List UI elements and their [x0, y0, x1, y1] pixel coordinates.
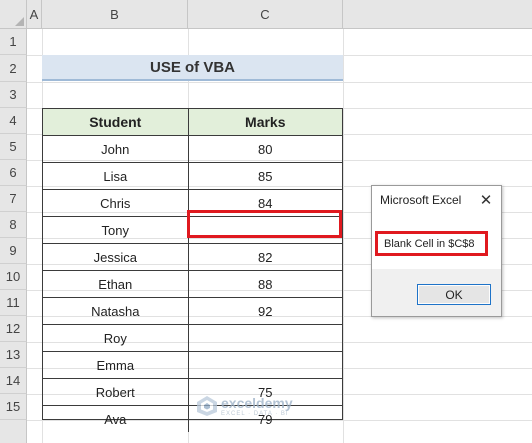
dialog-title: Microsoft Excel	[380, 193, 462, 207]
student-cell[interactable]: Roy	[43, 325, 189, 352]
student-cell[interactable]: Ethan	[43, 271, 189, 298]
row-header-14[interactable]: 14	[0, 368, 27, 394]
table-row: Robert 75	[43, 379, 342, 406]
student-cell[interactable]: Chris	[43, 190, 189, 217]
student-cell[interactable]: Robert	[43, 379, 189, 406]
marks-cell[interactable]: 80	[188, 136, 342, 163]
exceldemy-watermark: exceldemy EXCEL · DATA · BI	[196, 395, 293, 417]
header-student[interactable]: Student	[43, 109, 189, 136]
grid-line	[27, 82, 532, 83]
table-row: Natasha 92	[43, 298, 342, 325]
student-cell[interactable]: Natasha	[43, 298, 189, 325]
grid-line	[343, 29, 344, 443]
row-header-3[interactable]: 3	[0, 82, 27, 108]
close-icon[interactable]: ✕	[477, 191, 495, 209]
student-cell[interactable]: Ava	[43, 406, 189, 432]
select-all-triangle-icon	[15, 17, 24, 26]
row-header-2[interactable]: 2	[0, 55, 27, 82]
column-header-a[interactable]: A	[27, 0, 42, 29]
table-header-row: Student Marks	[43, 109, 342, 136]
row-header-5[interactable]: 5	[0, 134, 27, 160]
row-header-10[interactable]: 10	[0, 264, 27, 290]
student-cell[interactable]: Jessica	[43, 244, 189, 271]
column-header-c[interactable]: C	[188, 0, 343, 29]
row-header-11[interactable]: 11	[0, 290, 27, 316]
marks-cell[interactable]	[188, 352, 342, 379]
row-header-9[interactable]: 9	[0, 238, 27, 264]
marks-cell[interactable]	[188, 325, 342, 352]
sheet-title-cell[interactable]: USE of VBA	[42, 55, 343, 81]
column-header-b[interactable]: B	[42, 0, 188, 29]
marks-cell[interactable]: 88	[188, 271, 342, 298]
row-header-13[interactable]: 13	[0, 342, 27, 368]
table-row: John 80	[43, 136, 342, 163]
row-header-12[interactable]: 12	[0, 316, 27, 342]
row-header-8[interactable]: 8	[0, 212, 27, 238]
student-cell[interactable]: Tony	[43, 217, 189, 244]
exceldemy-logo-icon	[197, 396, 217, 416]
table-row: Emma	[43, 352, 342, 379]
message-box-dialog: Microsoft Excel ✕ Blank Cell in $C$8 OK	[371, 185, 502, 317]
column-header-d[interactable]	[343, 0, 532, 29]
row-header-15[interactable]: 15	[0, 394, 27, 420]
blank-cell-highlight	[187, 210, 342, 238]
marks-cell[interactable]: 82	[188, 244, 342, 271]
table-row: Roy	[43, 325, 342, 352]
table-row: Lisa 85	[43, 163, 342, 190]
table-row: Jessica 82	[43, 244, 342, 271]
ok-button[interactable]: OK	[417, 284, 491, 305]
watermark-name: exceldemy	[221, 394, 293, 411]
header-marks[interactable]: Marks	[188, 109, 342, 136]
marks-cell[interactable]: 92	[188, 298, 342, 325]
dialog-message: Blank Cell in $C$8	[375, 231, 488, 256]
table-row: Ava 79	[43, 406, 342, 432]
watermark-tagline: EXCEL · DATA · BI	[221, 410, 289, 417]
table-row: Ethan 88	[43, 271, 342, 298]
row-header-7[interactable]: 7	[0, 186, 27, 212]
row-header-1[interactable]: 1	[0, 29, 27, 55]
row-header-4[interactable]: 4	[0, 108, 27, 134]
student-marks-table: Student Marks John 80 Lisa 85 Chris 84 T…	[42, 108, 343, 432]
marks-cell[interactable]: 85	[188, 163, 342, 190]
row-header-16[interactable]	[0, 420, 27, 443]
row-header-6[interactable]: 6	[0, 160, 27, 186]
student-cell[interactable]: John	[43, 136, 189, 163]
student-cell[interactable]: Lisa	[43, 163, 189, 190]
student-cell[interactable]: Emma	[43, 352, 189, 379]
